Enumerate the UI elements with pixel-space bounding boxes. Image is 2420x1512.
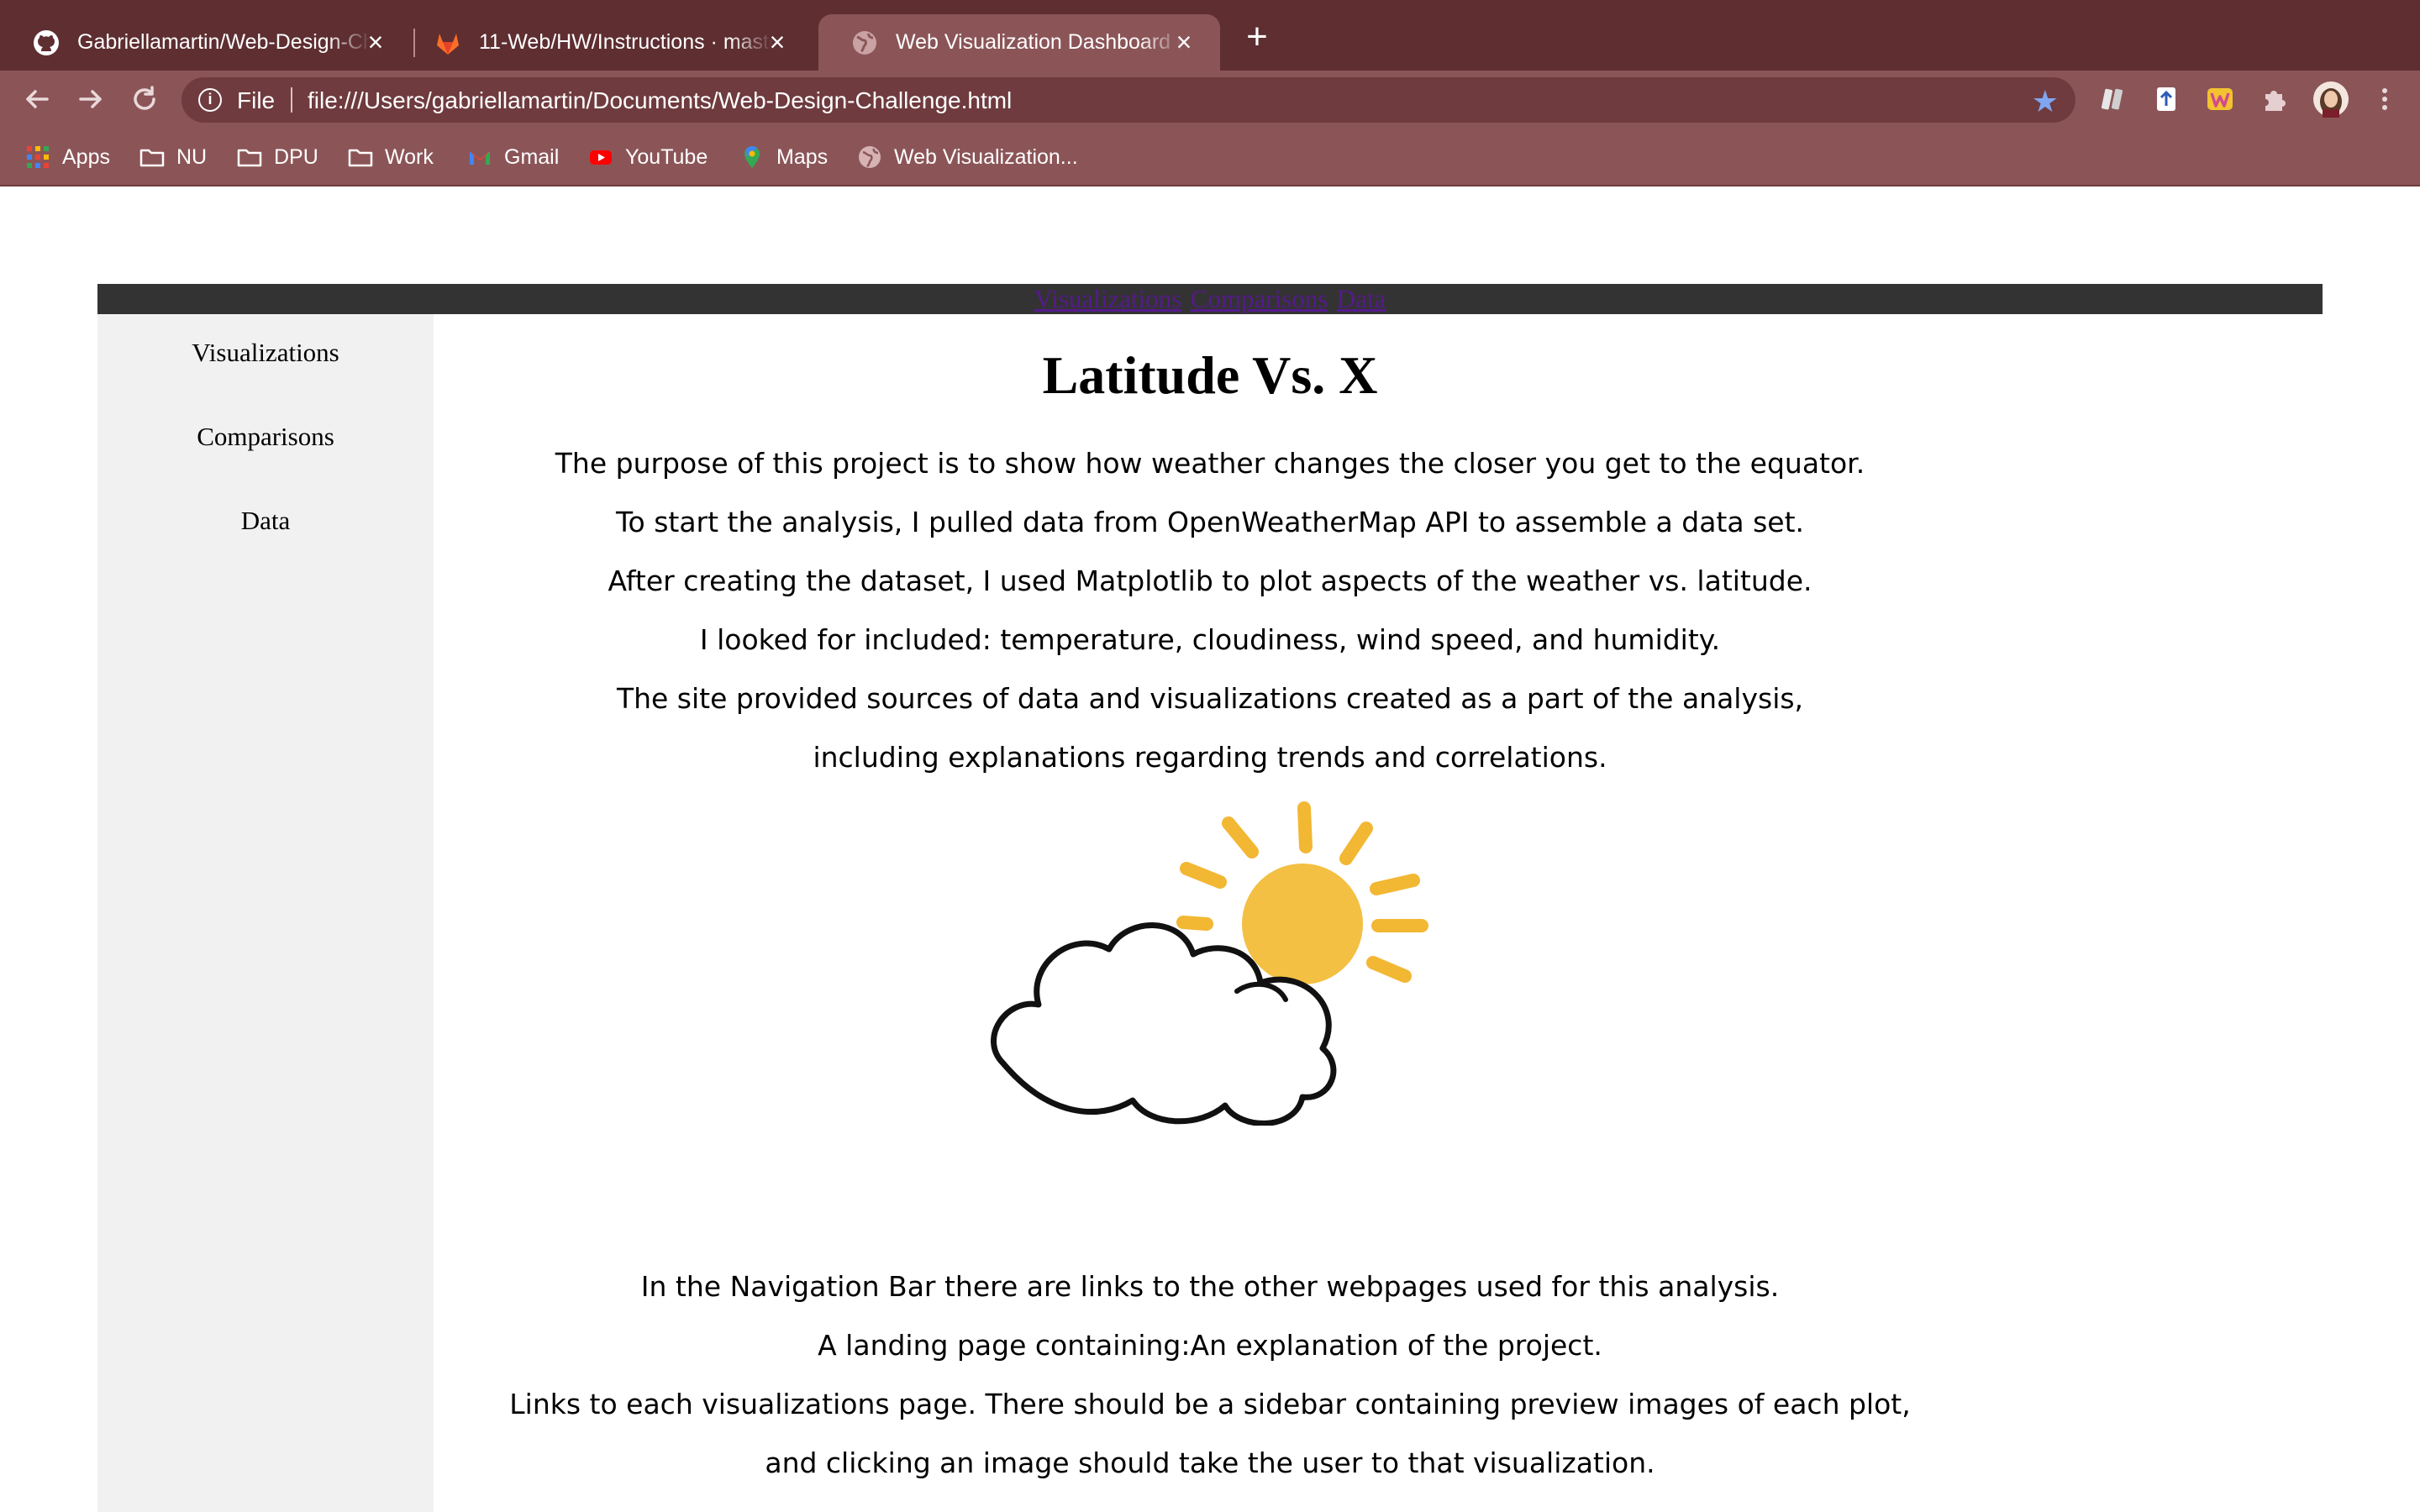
intro-paragraph: To start the analysis, I pulled data fro… <box>615 506 1805 538</box>
bookmark-label: DPU <box>274 144 318 169</box>
tab-close-button[interactable]: × <box>1168 26 1200 58</box>
github-icon <box>34 29 59 55</box>
arrow-right-icon <box>79 90 102 108</box>
folder-icon <box>139 149 165 167</box>
tab-web-visualization[interactable]: Web Visualization Dashboard (Latitude) × <box>818 14 1220 71</box>
back-button[interactable] <box>20 82 54 116</box>
reload-button[interactable] <box>128 82 161 116</box>
bookmark-maps[interactable]: Maps <box>739 143 828 171</box>
folder-icon <box>237 149 262 167</box>
bookmark-label: Maps <box>776 144 829 169</box>
bookmark-folder-work[interactable]: Work <box>348 143 434 171</box>
sidebar-link-visualizations[interactable]: Visualizations <box>97 338 434 368</box>
intro-paragraph: The purpose of this project is to show h… <box>555 447 1865 480</box>
new-tab-button[interactable]: + <box>1240 18 1274 55</box>
apps-grid-icon <box>27 146 49 168</box>
bookmark-folder-dpu[interactable]: DPU <box>237 143 318 171</box>
forward-button[interactable] <box>74 82 108 116</box>
intro-paragraph: including explanations regarding trends … <box>813 741 1607 774</box>
tab-close-button[interactable]: × <box>761 26 793 58</box>
outro-paragraph: Links to each visualizations page. There… <box>509 1388 1911 1420</box>
page-title: Latitude Vs. X <box>1042 345 1378 405</box>
navbar-link-comparisons[interactable]: Comparisons <box>1191 284 1328 313</box>
bookmark-folder-nu[interactable]: NU <box>139 143 207 171</box>
arrow-left-icon <box>26 90 49 108</box>
address-divider <box>291 87 292 113</box>
bookmark-label: Work <box>385 144 434 169</box>
bookmark-youtube[interactable]: YouTube <box>588 143 708 171</box>
profile-avatar[interactable] <box>2312 81 2349 118</box>
tab-title: 11-Web/HW/Instructions · master <box>479 30 773 54</box>
tab-title: Web Visualization Dashboard (Latitude) <box>896 30 1181 54</box>
info-icon[interactable]: i <box>198 88 222 112</box>
globe-icon <box>853 30 876 55</box>
intro-paragraph: I looked for included: temperature, clou… <box>699 623 1721 656</box>
bookmark-label: Apps <box>62 144 110 169</box>
bookmark-label: NU <box>176 144 208 169</box>
bookmark-apps[interactable]: Apps <box>25 143 110 171</box>
reload-icon <box>134 86 155 110</box>
scheme-label: File <box>237 87 276 113</box>
more-vertical-icon <box>2382 88 2387 110</box>
address-bar[interactable]: i File file:///Users/gabriellamartin/Doc… <box>182 77 2075 123</box>
sidebar-link-data[interactable]: Data <box>97 506 434 536</box>
bookmark-star-icon[interactable]: ★ <box>2032 84 2059 119</box>
browser-toolbar: i File file:///Users/gabriellamartin/Doc… <box>0 71 2420 128</box>
tab-gitlab[interactable]: 11-Web/HW/Instructions · master × <box>402 14 813 71</box>
gitlab-icon <box>437 33 459 55</box>
browser-menu-button[interactable] <box>2368 82 2402 116</box>
intro-paragraph: After creating the dataset, I used Matpl… <box>608 564 1812 597</box>
site-sidebar: Visualizations Comparisons Data <box>97 314 434 1512</box>
site-navbar: Visualizations Comparisons Data <box>97 284 2323 314</box>
maps-icon <box>744 146 760 168</box>
outro-paragraph: In the Navigation Bar there are links to… <box>640 1270 1780 1303</box>
tab-title: Gabriellamartin/Web-Design-Challenge <box>77 30 371 54</box>
globe-icon <box>859 146 881 168</box>
tab-close-button[interactable]: × <box>360 26 392 58</box>
bookmarks-bar: Apps NU DPU Work Gmail YouTube Maps Web … <box>0 128 2420 186</box>
navbar-link-data[interactable]: Data <box>1337 284 1386 313</box>
outro-paragraph: and clicking an image should take the us… <box>765 1446 1655 1479</box>
youtube-icon <box>590 150 612 165</box>
tab-github[interactable]: Gabriellamartin/Web-Design-Challenge × <box>0 14 412 71</box>
bookmark-web-visualization[interactable]: Web Visualization... <box>857 143 1078 171</box>
w-extension-icon[interactable] <box>2205 84 2235 114</box>
partly-cloudy-weather-icon <box>991 801 1428 1126</box>
bookmark-gmail[interactable]: Gmail <box>467 143 559 171</box>
bookmark-label: Web Visualization... <box>894 144 1078 169</box>
tab-strip: Gabriellamartin/Web-Design-Challenge × 1… <box>0 0 2420 71</box>
bookmark-label: Gmail <box>504 144 560 169</box>
url-text[interactable]: file:///Users/gabriellamartin/Documents/… <box>308 87 1012 114</box>
navbar-link-visualizations[interactable]: Visualizations <box>1034 284 1182 313</box>
folder-icon <box>348 149 373 167</box>
reader-extension-icon[interactable] <box>2097 84 2128 114</box>
upload-extension-icon[interactable] <box>2151 84 2181 114</box>
bookmark-label: YouTube <box>625 144 708 169</box>
intro-paragraph: The site provided sources of data and vi… <box>616 682 1804 715</box>
sidebar-link-comparisons[interactable]: Comparisons <box>97 422 434 452</box>
puzzle-extensions-icon[interactable] <box>2259 84 2289 114</box>
gmail-icon <box>470 151 490 165</box>
outro-paragraph: A landing page containing:An explanation… <box>818 1329 1602 1362</box>
